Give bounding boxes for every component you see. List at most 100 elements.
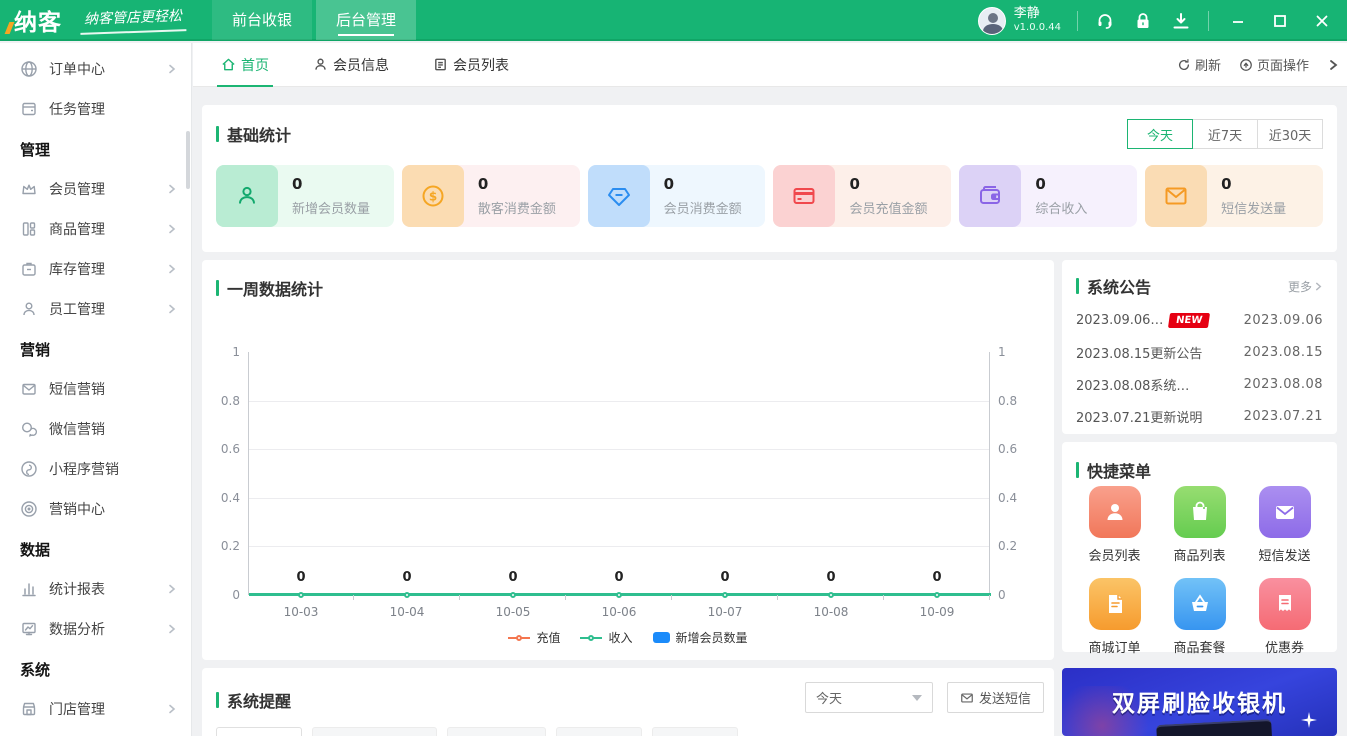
sidebar-item-label: 库存管理 [49,262,105,278]
tab-label: 会员信息 [333,57,389,74]
nav-tab-front-cashier[interactable]: 前台收银 [212,0,312,40]
sidebar-item-product-management[interactable]: 商品管理 [0,209,191,249]
new-badge: NEW [1168,312,1211,328]
avatar[interactable] [977,6,1006,35]
select-value: 今天 [815,692,842,707]
sidebar-item-order-center[interactable]: 订单中心 [0,49,191,89]
page-operations-label: 页面操作 [1256,59,1309,74]
sidebar-scrollbar[interactable] [186,131,190,189]
globe-icon [20,60,38,78]
y-tick-right: 0 [998,588,1006,602]
legend-item-recharge[interactable]: 充值 [508,629,560,646]
reminder-date-select[interactable]: 今天 [804,682,933,713]
sidebar-item-wechat-marketing[interactable]: 微信营销 [0,409,191,449]
send-sms-button[interactable]: 发送短信 [946,682,1044,713]
tab-member-list[interactable]: 会员列表 [433,43,509,87]
sidebar-item-task-management[interactable]: 任务管理 [0,89,191,129]
stat-value: 0 [849,175,860,193]
range-30days-button[interactable]: 近30天 [1257,119,1323,149]
legend-label: 收入 [608,631,633,645]
basket-icon [1173,578,1226,630]
quick-coupons[interactable]: 优惠券 [1242,578,1327,656]
maximize-button[interactable] [1267,10,1293,32]
announcement-row[interactable]: 2023.09.06… NEW 2023.09.06 [1062,304,1337,336]
quick-sms-send[interactable]: 短信发送 [1242,486,1327,564]
sidebar-item-staff-management[interactable]: 员工管理 [0,289,191,329]
refresh-button[interactable]: 刷新 [1177,55,1221,74]
announcement-date: 2023.08.15 [1243,344,1323,360]
tab-home[interactable]: 首页 [217,43,273,87]
sidebar-item-label: 门店管理 [49,702,105,718]
legend-item-income[interactable]: 收入 [580,629,633,646]
sidebar-item-data-analysis[interactable]: 数据分析 [0,609,191,649]
page-operations-button[interactable]: 页面操作 [1239,55,1309,74]
ad-banner[interactable]: 双屏刷脸收银机 [1062,668,1337,736]
gridline [249,400,989,402]
x-tick-label: 10-03 [283,605,319,619]
tab-member-info[interactable]: 会员信息 [313,43,389,87]
basic-stats-panel: 基础统计 今天 近7天 近30天 0 新增会员数量 $ 0 散客消费金额 0 会… [202,105,1337,252]
chevron-right-icon [167,304,177,314]
chevron-right-icon [167,184,177,194]
refresh-label: 刷新 [1194,59,1221,74]
chart-legend: 充值 收入 新增会员数量 [202,629,1054,646]
stat-value: 0 [663,175,675,193]
sidebar-item-label: 微信营销 [49,422,105,438]
quick-product-packages[interactable]: 商品套餐 [1157,578,1242,656]
sidebar-item-member-management[interactable]: 会员管理 [0,169,191,209]
announcement-row[interactable]: 2023.07.21更新说明 2023.07.21 [1062,400,1337,432]
quick-product-list[interactable]: 商品列表 [1157,486,1242,564]
customer-service-icon[interactable] [1094,10,1116,32]
user-info[interactable]: 李静 v1.0.0.44 [977,6,1061,35]
quick-item-label: 商品列表 [1173,549,1226,564]
point-label: 0 [508,570,518,585]
reminder-tab-almost-sold-out[interactable]: 快售完了 [652,727,739,736]
x-tick-label: 10-08 [813,605,849,619]
range-today-button[interactable]: 今天 [1127,119,1193,149]
stat-value: 0 [477,175,489,193]
user-name: 李静 [1013,6,1040,22]
brand-tagline: 纳客管店更轻松 [79,4,187,35]
sidebar-item-sms-marketing[interactable]: 短信营销 [0,369,191,409]
quick-member-list[interactable]: 会员列表 [1072,486,1157,564]
download-icon[interactable] [1170,10,1192,32]
sidebar-item-marketing-center[interactable]: 营销中心 [0,489,191,529]
sidebar-item-label: 任务管理 [49,102,105,118]
minimize-button[interactable] [1225,10,1251,32]
announcements-more-link[interactable]: 更多 [1288,278,1323,295]
nav-tab-label: 后台管理 [335,11,396,29]
reminder-tab-maintenance-due[interactable]: 保养时间要到了 [312,727,438,736]
legend-item-new-members[interactable]: 新增会员数量 [652,629,748,646]
home-icon [221,57,236,72]
announcement-row[interactable]: 2023.08.15更新公告 2023.08.15 [1062,336,1337,368]
reminder-tab-member-no-balance[interactable]: 会员没钱了 [447,727,547,736]
range-7days-button[interactable]: 近7天 [1192,119,1258,149]
chat-bubbles-icon [20,420,38,438]
system-reminders-title: 系统提醒 [216,688,291,712]
lock-icon[interactable] [1132,10,1154,32]
sidebar-item-statistics-report[interactable]: 统计报表 [0,569,191,609]
reminder-tab-birthday[interactable]: 生日提醒 [216,727,303,736]
system-reminders-panel: 系统提醒 今天 发送短信 生日提醒 保养时间要到了 会员没钱了 库存不足 快售完… [202,668,1054,736]
envelope-icon [20,380,38,398]
expand-chevron-icon[interactable] [1327,59,1339,71]
close-button[interactable] [1309,10,1335,32]
legend-label: 充值 [536,631,561,645]
quick-menu-grid: 会员列表 商品列表 短信发送 商城订单 商品套餐 优惠券 [1072,486,1327,656]
legend-marker-bar [652,632,670,643]
reminder-tab-low-stock[interactable]: 库存不足 [556,727,643,736]
header-divider [1077,10,1078,31]
nav-tab-backend-admin[interactable]: 后台管理 [316,0,416,40]
quick-item-label: 商品套餐 [1173,641,1226,656]
sidebar-item-inventory-management[interactable]: 库存管理 [0,249,191,289]
sidebar-item-label: 统计报表 [49,582,105,598]
announcement-row[interactable]: 2023.08.08系统… 2023.08.08 [1062,368,1337,400]
sidebar-item-label: 订单中心 [49,62,105,78]
logo-accent [4,21,15,34]
sidebar-item-store-management[interactable]: 门店管理 [0,689,191,729]
sidebar-item-label: 会员管理 [49,182,105,198]
sidebar-item-miniprogram-marketing[interactable]: 小程序营销 [0,449,191,489]
chart-plot-area[interactable] [248,352,990,595]
sidebar-item-label: 员工管理 [49,302,105,318]
quick-mall-orders[interactable]: 商城订单 [1072,578,1157,656]
